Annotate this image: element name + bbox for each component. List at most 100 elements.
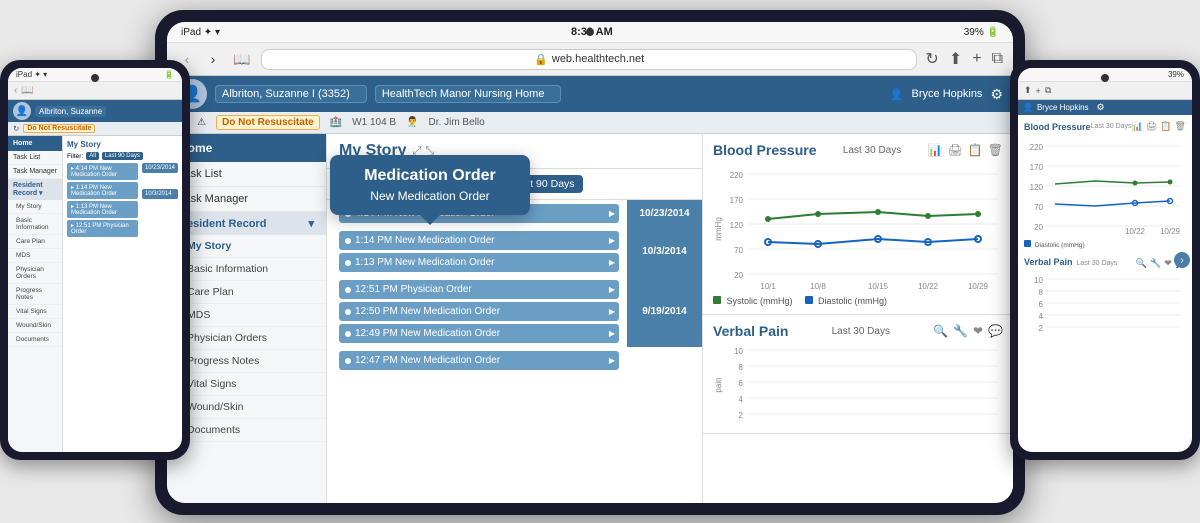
sidebar-taskmanager[interactable]: Task Manager: [167, 187, 326, 212]
tab-view-button[interactable]: ⧉: [992, 50, 1003, 68]
right-bp-icon3[interactable]: 📋: [1160, 121, 1171, 132]
entry-card-6[interactable]: 12:49 PM New Medication Order: [339, 324, 619, 343]
diastolic-legend: Diastolic (mmHg): [805, 296, 888, 306]
left-entry-4[interactable]: ▸ 12:51 PM Physician Order: [67, 220, 138, 237]
right-bp-icon2[interactable]: 🖨: [1146, 121, 1157, 132]
left-entry-1[interactable]: ▸ 4:14 PM New Medication Order: [67, 163, 138, 180]
sidebar-woundskin[interactable]: Wound/Skin: [167, 396, 326, 419]
svg-text:220: 220: [730, 171, 744, 180]
right-sys-pt: [1168, 180, 1173, 185]
entry-card-4[interactable]: 12:51 PM Physician Order: [339, 280, 619, 299]
left-sidebar-basicinfo[interactable]: Basic Information: [8, 214, 62, 235]
left-sidebar-documents[interactable]: Documents: [8, 333, 62, 347]
right-gear-icon[interactable]: ⚙: [1097, 102, 1105, 113]
left-resident-select[interactable]: Albriton, Suzanne: [35, 106, 106, 117]
left-back-btn[interactable]: ‹: [14, 85, 17, 96]
right-bp-icon1[interactable]: 📊: [1132, 121, 1143, 132]
address-bar[interactable]: 🔒 web.healthtech.net: [261, 49, 917, 70]
svg-text:120: 120: [1030, 183, 1044, 192]
right-scroll-arrow[interactable]: ›: [1174, 252, 1190, 268]
dnr-badge: Do Not Resuscitate: [216, 115, 320, 130]
right-tabview-btn[interactable]: ⧉: [1045, 85, 1051, 96]
right-bp-header: Blood Pressure Last 30 Days 📊 🖨 📋 🗑: [1024, 121, 1186, 132]
entry-card-5[interactable]: 12:50 PM New Medication Order: [339, 302, 619, 321]
pain-icon-4[interactable]: 💬: [988, 324, 1003, 338]
entry-date-2: 10/3/2014: [627, 227, 702, 276]
sidebar-tasklist[interactable]: Task List: [167, 162, 326, 187]
entry-group-3: 12:51 PM Physician Order 12:50 PM New Me…: [327, 276, 702, 347]
left-sidebar-woundskin[interactable]: Wound/Skin: [8, 319, 62, 333]
entry-text-2: 1:14 PM New Medication Order: [355, 235, 495, 246]
left-sidebar-progressnotes[interactable]: Progress Notes: [8, 284, 62, 305]
resident-dropdown[interactable]: Albriton, Suzanne I (3352): [215, 85, 367, 103]
right-newtab-btn[interactable]: +: [1036, 86, 1041, 96]
entry-items-4: 12:47 PM New Medication Order: [327, 347, 627, 374]
reload-button[interactable]: ↻: [925, 49, 938, 69]
left-sidebar-mds[interactable]: MDS: [8, 249, 62, 263]
url-text: web.healthtech.net: [552, 53, 644, 65]
right-share-btn[interactable]: ⬆: [1024, 85, 1032, 96]
left-entry-3[interactable]: ▸ 1:13 PM New Medication Order: [67, 201, 138, 218]
main-ipad: iPad ✦ ▾ 8:39 AM 39% 🔋 ‹ › 📖 🔒 web.healt…: [155, 10, 1025, 515]
right-pain-title: Verbal Pain: [1024, 257, 1073, 267]
diastolic-legend-dot: [805, 296, 813, 304]
right-charts: Blood Pressure Last 30 Days 📊 🖨 📋 🗑 220: [1018, 115, 1192, 452]
right-ipad-bezel: 39% ⬆ + ⧉ 👤 Bryce Hopkins ⚙ Blood Pressu…: [1018, 68, 1192, 452]
sidebar-physicianorders[interactable]: Physician Orders: [167, 327, 326, 350]
right-pain-icon1[interactable]: 🔍: [1136, 258, 1147, 269]
sidebar-mds[interactable]: MDS: [167, 304, 326, 327]
left-book-btn[interactable]: 📖: [21, 85, 33, 96]
sidebar-residentrecord[interactable]: Resident Record ▾: [167, 212, 326, 235]
bookmarks-button[interactable]: 📖: [231, 48, 253, 70]
sidebar-mystory[interactable]: My Story: [167, 235, 326, 258]
left-sidebar-careplan[interactable]: Care Plan: [8, 235, 62, 249]
right-browser-bar: ⬆ + ⧉: [1018, 82, 1192, 100]
facility-dropdown[interactable]: HealthTech Manor Nursing Home: [375, 85, 562, 103]
bp-icon-4[interactable]: 🗑: [988, 143, 1003, 157]
left-date-range[interactable]: Last 90 Days: [102, 152, 143, 160]
svg-text:20: 20: [734, 271, 743, 280]
sidebar-basicinfo[interactable]: Basic Information: [167, 258, 326, 281]
left-sidebar-residentrecord[interactable]: Resident Record ▾: [8, 179, 62, 200]
settings-gear-icon[interactable]: ⚙: [990, 86, 1003, 103]
right-pain-icon2[interactable]: 🔧: [1150, 258, 1161, 269]
sidebar-vitalsigns[interactable]: Vital Signs: [167, 373, 326, 396]
left-sidebar-physicianorders[interactable]: Physician Orders: [8, 263, 62, 284]
bp-icon-2[interactable]: 🖨: [948, 143, 963, 157]
left-content: Home Task List Task Manager Resident Rec…: [8, 136, 182, 452]
left-sidebar-mystory[interactable]: My Story: [8, 200, 62, 214]
sidebar-careplan[interactable]: Care Plan: [167, 281, 326, 304]
pain-icon-3[interactable]: ❤: [973, 324, 983, 338]
right-bp-icons: 📊 🖨 📋 🗑: [1132, 121, 1186, 132]
right-pain-icon3[interactable]: ❤: [1164, 258, 1172, 269]
left-sidebar-tasklist[interactable]: Task List: [8, 151, 62, 165]
sidebar-progressnotes[interactable]: Progress Notes: [167, 350, 326, 373]
entry-card-2[interactable]: 1:14 PM New Medication Order: [339, 231, 619, 250]
left-wifi: iPad ✦ ▾: [16, 70, 47, 79]
new-tab-button[interactable]: +: [972, 50, 981, 68]
bp-icon-3[interactable]: 📋: [968, 143, 983, 157]
right-username: Bryce Hopkins: [1037, 103, 1089, 112]
bp-svg: 220 170 120 70 20 mmHg 10/1 10/8 10/15 1…: [713, 164, 1003, 294]
sidebar-documents[interactable]: Documents: [167, 419, 326, 442]
pain-icon-1[interactable]: 🔍: [933, 324, 948, 338]
left-filter-all[interactable]: All: [86, 152, 99, 160]
pain-icon-2[interactable]: 🔧: [953, 324, 968, 338]
entry-group-4: 12:47 PM New Medication Order: [327, 347, 702, 374]
camera-notch: [91, 74, 99, 82]
left-sidebar-home[interactable]: Home: [8, 136, 62, 151]
left-refresh[interactable]: ↻: [13, 124, 19, 133]
share-button[interactable]: ⬆: [949, 49, 962, 69]
left-sidebar: Home Task List Task Manager Resident Rec…: [8, 136, 63, 452]
right-bp-icon4[interactable]: 🗑: [1175, 121, 1186, 132]
bp-icon-1[interactable]: 📊: [928, 143, 943, 157]
left-sidebar-taskmanager[interactable]: Task Manager: [8, 165, 62, 179]
entry-card-3[interactable]: 1:13 PM New Medication Order: [339, 253, 619, 272]
sidebar-home[interactable]: Home: [167, 134, 326, 162]
left-sidebar-vitalsigns[interactable]: Vital Signs: [8, 305, 62, 319]
entry-card-7[interactable]: 12:47 PM New Medication Order: [339, 351, 619, 370]
entry-text-3: 1:13 PM New Medication Order: [355, 257, 495, 268]
systolic-point: [975, 211, 981, 217]
left-entry-2[interactable]: ▸ 1:14 PM New Medication Order: [67, 182, 138, 199]
forward-button[interactable]: ›: [203, 49, 223, 69]
